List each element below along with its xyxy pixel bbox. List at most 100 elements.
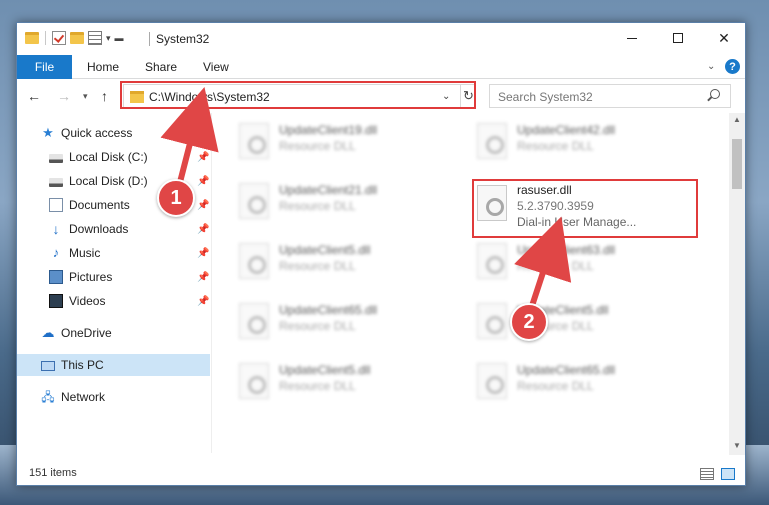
file-item[interactable]: UpdateClient19.dll Resource DLL [239, 119, 449, 165]
tab-home[interactable]: Home [87, 55, 119, 79]
search-input[interactable]: Search System32 [489, 84, 731, 108]
tab-file[interactable]: File [17, 55, 72, 79]
pin-icon: 📌 [197, 271, 210, 283]
file-item[interactable]: UpdateClient42.dll Resource DLL [477, 119, 687, 165]
dll-file-icon [477, 363, 507, 399]
back-arrow-icon[interactable]: ← [27, 88, 41, 104]
sidebar-item-onedrive[interactable]: ☁ OneDrive [41, 322, 234, 344]
folder-icon [25, 32, 39, 44]
dll-file-icon [477, 123, 507, 159]
file-type: Resource DLL [517, 379, 594, 393]
file-name: UpdateClient19.dll [279, 123, 378, 137]
large-icons-view-icon[interactable] [721, 468, 735, 480]
sidebar-item-label: Videos [69, 294, 106, 308]
scroll-thumb[interactable] [732, 139, 742, 189]
file-name: UpdateClient42.dll [517, 123, 616, 137]
toolbar-divider [45, 31, 46, 45]
maximize-icon [673, 33, 683, 43]
sidebar-item-network[interactable]: 🖧 Network [41, 386, 234, 408]
title-bar: ▾ ▬ System32 ✕ [17, 23, 745, 55]
expand-ribbon-icon[interactable]: ⌄ [707, 61, 715, 72]
sidebar-item-this-pc[interactable]: This PC [17, 354, 210, 376]
dll-file-icon [477, 243, 507, 279]
file-item[interactable]: UpdateClient5.dll Resource DLL [239, 239, 449, 285]
sidebar-item-label: Local Disk (C:) [69, 150, 148, 164]
vertical-scrollbar[interactable]: ▲ ▼ [729, 113, 745, 455]
file-list: UpdateClient19.dll Resource DLL UpdateCl… [213, 113, 728, 455]
details-view-icon[interactable] [700, 468, 714, 480]
onedrive-icon: ☁ [41, 325, 55, 340]
new-folder-icon[interactable] [70, 32, 84, 44]
pictures-icon [49, 270, 63, 284]
close-button[interactable]: ✕ [701, 23, 747, 53]
customize-icon[interactable] [88, 31, 102, 45]
file-item[interactable]: UpdateClient65.dll Resource DLL [477, 359, 687, 405]
file-type: Resource DLL [279, 139, 356, 153]
search-placeholder: Search System32 [498, 90, 593, 104]
drive-icon [49, 178, 63, 187]
tab-view[interactable]: View [203, 55, 229, 79]
navigation-pane: ★ Quick access Local Disk (C:) 📌 Local D… [17, 113, 212, 453]
pin-icon: 📌 [197, 223, 210, 235]
file-type: Resource DLL [517, 139, 594, 153]
pin-icon: 📌 [197, 295, 210, 307]
minimize-button[interactable] [609, 23, 655, 53]
maximize-button[interactable] [655, 23, 701, 53]
scroll-down-icon[interactable]: ▼ [733, 441, 741, 450]
videos-icon [49, 294, 63, 308]
help-icon[interactable]: ? [725, 59, 740, 74]
file-highlight-box [472, 179, 698, 238]
ribbon-tabs: File Home Share View ⌄ ? [17, 55, 745, 79]
step-1-callout: 1 [157, 179, 195, 217]
pc-icon [41, 361, 55, 371]
quick-access-toolbar: ▾ ▬ [25, 31, 124, 45]
music-icon: ♪ [52, 245, 60, 260]
pin-icon: 📌 [197, 151, 210, 163]
dll-file-icon [477, 303, 507, 339]
file-type: Resource DLL [517, 259, 594, 273]
star-icon: ★ [42, 125, 54, 140]
file-item[interactable]: UpdateClient65.dll Resource DLL [239, 299, 449, 345]
status-bar: 151 items [17, 463, 745, 485]
sidebar-item-quick-access[interactable]: ★ Quick access [41, 122, 234, 144]
item-count: 151 items [29, 467, 77, 479]
pin-icon: 📌 [197, 199, 210, 211]
dll-file-icon [239, 123, 269, 159]
file-item[interactable]: UpdateClient63.dll Resource DLL [477, 239, 687, 285]
file-name: UpdateClient65.dll [517, 363, 616, 377]
sidebar-item-label: Local Disk (D:) [69, 174, 148, 188]
download-icon: ↓ [52, 221, 60, 237]
chevron-down-icon[interactable]: ▾ [106, 33, 111, 44]
scroll-up-icon[interactable]: ▲ [733, 115, 741, 124]
recent-locations-icon[interactable]: ▾ [83, 91, 88, 102]
properties-check-icon[interactable] [52, 31, 66, 45]
file-name: UpdateClient5.dll [279, 243, 371, 257]
file-type: Resource DLL [279, 259, 356, 273]
up-arrow-icon[interactable]: ↑ [101, 88, 108, 104]
network-icon: 🖧 [41, 390, 55, 404]
file-name: UpdateClient65.dll [279, 303, 378, 317]
forward-arrow-icon[interactable]: → [57, 88, 71, 104]
close-icon: ✕ [718, 29, 730, 46]
dll-file-icon [239, 183, 269, 219]
tab-share[interactable]: Share [145, 55, 177, 79]
sidebar-item-label: Documents [69, 198, 130, 212]
file-item[interactable]: UpdateClient5.dll Resource DLL [239, 359, 449, 405]
pin-icon: 📌 [197, 175, 210, 187]
toolbar-menu-icon[interactable]: ▬ [115, 33, 124, 43]
sidebar-item-label: OneDrive [61, 326, 112, 340]
sidebar-item-label: Music [69, 246, 101, 260]
file-type: Resource DLL [279, 199, 356, 213]
dll-file-icon [239, 363, 269, 399]
file-item[interactable]: UpdateClient5.dll Resource DLL [477, 299, 687, 345]
dll-file-icon [239, 303, 269, 339]
search-icon[interactable] [710, 89, 720, 99]
window-title: System32 [156, 32, 210, 46]
file-name: UpdateClient63.dll [517, 243, 616, 257]
file-item[interactable]: UpdateClient21.dll Resource DLL [239, 179, 449, 225]
sidebar-item-label: This PC [61, 358, 104, 372]
sidebar-item-label: Quick access [61, 126, 133, 140]
address-highlight-box [120, 81, 476, 109]
sidebar-item-label: Network [61, 390, 106, 404]
pin-icon: 📌 [197, 247, 210, 259]
